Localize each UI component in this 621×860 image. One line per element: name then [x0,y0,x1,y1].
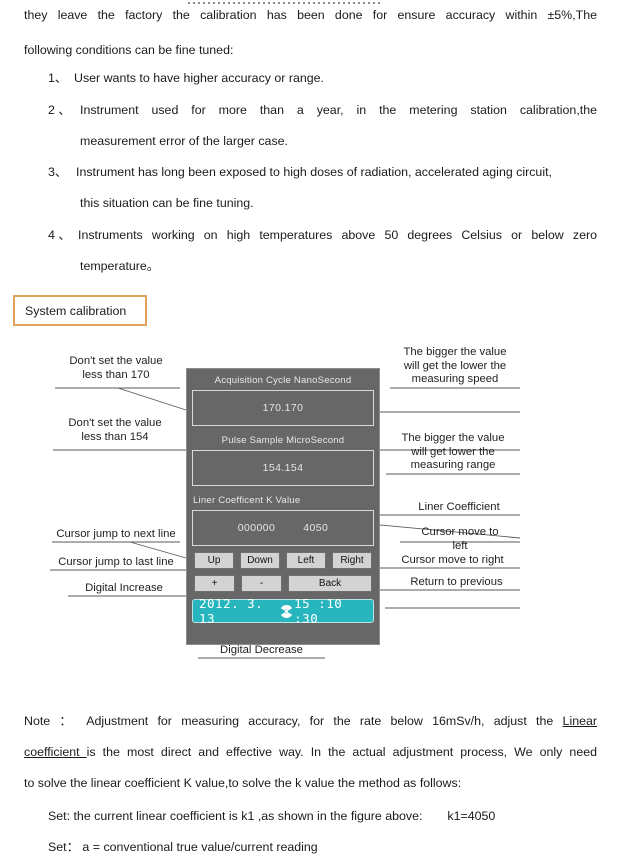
annotation-left-4: Cursor jump to last line [58,556,174,568]
section-callout-system-calibration: System calibration [13,295,147,326]
list-item-1-marker: 1、 [48,71,68,85]
annotation-left-2-line-1: Don't set the value [68,417,162,429]
annotation-right-2-line-1: The bigger the value [401,432,505,444]
annotation-left-1: Don't set the value less than 170 [52,355,180,382]
annotation-left-1-line-1: Don't set the value [69,355,163,367]
annotation-right-4-line-2: left [452,539,468,552]
annotation-right-1-line-2: will get the lower the [403,359,507,372]
radiation-icon [281,604,293,618]
annotation-right-4: Cursor move to left [400,526,520,553]
annotation-right-2-line-3: measuring range [410,459,496,471]
annotation-bottom-digital-decrease: Digital Decrease [220,644,303,656]
annotation-right-3: Liner Coefficient [418,501,500,513]
status-date: 2012. 3. 13 [199,596,264,626]
list-item-4-text-line-2: temperature。 [80,259,160,273]
note-line-1-text: Note ： Adjustment for measuring accuracy… [24,714,563,728]
intro-line-1: they leave the factory the calibration h… [24,8,597,22]
device-screen: Acquisition Cycle NanoSecond 170.170 Pul… [186,368,380,645]
list-item-3-text-line-1: Instrument has long been exposed to high… [76,165,552,179]
list-item-2-text-line-1: Instrument used for more than a year, in… [80,103,597,117]
annotation-right-1: The bigger the value will get the lower … [390,346,520,387]
note-coefficient-underline: coefficient [24,745,87,759]
decrease-button[interactable]: - [241,575,283,592]
note-line-2-text: is the most direct and effective way. In… [86,745,597,759]
field-1-label: Acquisition Cycle NanoSecond [214,375,352,386]
annotation-right-5: Cursor move to right [401,554,504,566]
up-button[interactable]: Up [194,552,234,569]
field-3-value-box[interactable]: 000000 4050 [192,510,374,546]
annotation-left-3: Cursor jump to next line [56,528,176,540]
list-item-3-marker: 3、 [48,165,68,179]
annotation-right-1-line-3: measuring speed [411,373,499,385]
field-3-label: Liner Coefficent K Value [193,495,301,506]
field-2-label: Pulse Sample MicroSecond [221,435,345,446]
annotation-right-6: Return to previous [410,576,503,588]
note-line-4-value: k1=4050 [447,809,496,823]
list-item-1-text: User wants to have higher accuracy or ra… [74,71,325,85]
field-1-value: 170.170 [262,402,304,414]
note-line-1: Note ： Adjustment for measuring accuracy… [24,714,597,729]
right-button[interactable]: Right [332,552,372,569]
annotation-right-2-line-2: will get lower the [411,445,495,458]
note-line-4-text: Set: the current linear coefficient is k… [48,809,423,823]
squiggle-underline-mark [188,1,383,6]
note-linear-underline: Linear [562,714,597,728]
status-time: 15 :10 :30 [294,596,343,626]
intro-line-2: following conditions can be fine tuned: [24,43,234,57]
list-item-2-text-line-2: measurement error of the larger case. [80,134,288,148]
field-3-value-right: 4050 [303,522,329,534]
calibration-figure: Don't set the value less than 170 Don't … [0,340,621,685]
annotation-left-5: Digital Increase [85,582,163,594]
left-button[interactable]: Left [286,552,326,569]
button-row-navigation: Up Down Left Right [194,552,372,569]
section-callout-label: System calibration [25,303,127,318]
field-3-values: 000000 4050 [193,522,373,534]
field-3-value-left: 000000 [237,522,276,534]
list-item-3-text-line-2: this situation can be fine tuning. [80,196,254,210]
note-line-3: to solve the linear coefficient K value,… [24,776,462,790]
field-2-value-box[interactable]: 154.154 [192,450,374,486]
back-button[interactable]: Back [288,575,373,592]
field-1-value-box[interactable]: 170.170 [192,390,374,426]
annotation-right-4-line-1: Cursor move to [421,526,499,538]
annotation-right-2: The bigger the value will get lower the … [386,432,520,473]
note-line-4: Set: the current linear coefficient is k… [48,809,597,824]
annotation-left-1-line-2: less than 170 [82,368,150,381]
list-item-2-marker: 2 、 [48,103,71,117]
button-row-adjust: + - Back [194,575,373,592]
field-2-value: 154.154 [262,462,304,474]
annotation-left-2: Don't set the value less than 154 [50,417,180,444]
note-line-2: coefficient is the most direct and effec… [24,745,597,760]
annotation-right-1-line-1: The bigger the value [403,346,507,358]
list-item-4-marker: 4 、 [48,228,71,242]
note-line-5: Set： a = conventional true value/current… [48,840,318,854]
list-item-4-text-line-1: Instruments working on high temperatures… [78,228,597,242]
annotation-left-2-line-2: less than 154 [81,430,149,443]
increase-button[interactable]: + [194,575,236,592]
device-status-bar: 2012. 3. 13 15 :10 :30 [192,596,374,626]
down-button[interactable]: Down [240,552,280,569]
